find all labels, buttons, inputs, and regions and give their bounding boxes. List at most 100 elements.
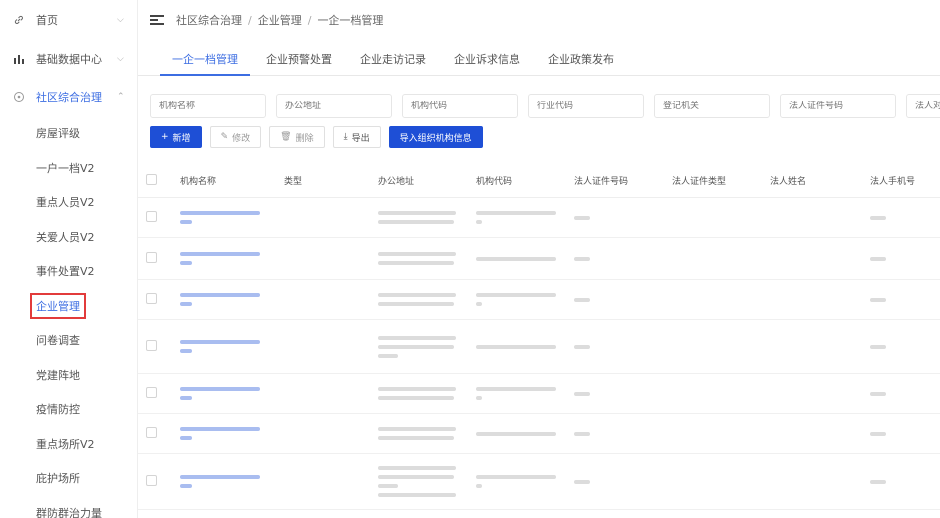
edit-button[interactable]: ✎ 修改 <box>209 126 262 148</box>
registry-filter[interactable] <box>654 94 770 118</box>
row-checkbox[interactable] <box>138 210 180 225</box>
org-name-cell[interactable] <box>180 329 284 364</box>
sidebar-item-household-file[interactable]: 一户一档V2 <box>0 151 137 186</box>
table-header: 机构名称 类型 办公地址 机构代码 法人证件号码 法人证件类型 法人姓名 法人手… <box>138 164 940 198</box>
org-name-cell[interactable] <box>180 416 284 451</box>
org-code-cell <box>476 334 574 360</box>
table-row[interactable] <box>138 414 940 454</box>
sidebar-item-house-rating[interactable]: 房屋评级 <box>0 116 137 151</box>
circle-icon <box>12 90 26 104</box>
legal-id-cell <box>574 334 672 360</box>
tab-enterprise-visit[interactable]: 企业走访记录 <box>360 51 426 75</box>
col-legal-id-no: 法人证件号码 <box>574 177 629 187</box>
sidebar-item-key-person[interactable]: 重点人员V2 <box>0 185 137 220</box>
sidebar-item-event-handling[interactable]: 事件处置V2 <box>0 254 137 289</box>
sidebar-item-epidemic-control[interactable]: 疫情防控 <box>0 392 137 427</box>
col-type: 类型 <box>284 177 303 187</box>
table-row[interactable] <box>138 454 940 510</box>
sidebar-item-shelter[interactable]: 庇护场所 <box>0 461 137 496</box>
sidebar-item-community[interactable]: 社区综合治理 ⌃ <box>0 78 137 116</box>
add-button[interactable]: + 新增 <box>150 126 202 148</box>
row-checkbox[interactable] <box>138 426 180 441</box>
menu-fold-icon[interactable] <box>150 15 164 25</box>
address-filter[interactable] <box>276 94 392 118</box>
breadcrumb-item[interactable]: 企业管理 <box>258 12 302 28</box>
legal-id-cell <box>574 287 672 313</box>
org-name-cell[interactable] <box>180 464 284 499</box>
table-row[interactable] <box>138 374 940 414</box>
org-code-cell <box>476 200 574 235</box>
sidebar-item-key-places[interactable]: 重点场所V2 <box>0 427 137 462</box>
sidebar-item-enterprise-mgmt[interactable]: 企业管理 <box>0 289 137 324</box>
sidebar-item-label: 疫情防控 <box>36 403 80 417</box>
sidebar-item-data-center[interactable]: 基础数据中心 ⌵ <box>0 40 137 78</box>
legal-phone-cell <box>870 287 940 313</box>
address-cell <box>378 376 476 411</box>
org-code-filter[interactable] <box>402 94 518 118</box>
export-button[interactable]: ⤓ 导出 <box>332 126 381 148</box>
delete-button[interactable]: 🗑 删除 <box>269 126 325 148</box>
row-checkbox[interactable] <box>138 339 180 354</box>
org-name-cell[interactable] <box>180 282 284 317</box>
row-checkbox[interactable] <box>138 292 180 307</box>
org-name-input[interactable] <box>159 101 265 111</box>
filter-bar <box>150 94 940 118</box>
legal-id-cell <box>574 469 672 495</box>
delete-button-label: 删除 <box>295 133 314 144</box>
address-cell <box>378 282 476 317</box>
chevron-up-icon: ⌃ <box>117 92 125 102</box>
legal-id-input[interactable] <box>789 101 895 111</box>
sidebar-item-mass-defense[interactable]: 群防群治力量 <box>0 496 137 518</box>
table-row[interactable] <box>138 198 940 238</box>
sidebar-item-care-person[interactable]: 关爱人员V2 <box>0 220 137 255</box>
legal-id-filter[interactable] <box>780 94 896 118</box>
breadcrumb-separator: / <box>248 13 252 27</box>
industry-code-filter[interactable] <box>528 94 644 118</box>
trash-icon: 🗑 <box>280 132 292 142</box>
sidebar-item-label: 基础数据中心 <box>36 53 102 66</box>
tab-enterprise-policy[interactable]: 企业政策发布 <box>548 51 614 75</box>
table-row[interactable] <box>138 238 940 280</box>
row-checkbox[interactable] <box>138 386 180 401</box>
org-name-cell[interactable] <box>180 376 284 411</box>
breadcrumb-item[interactable]: 社区综合治理 <box>176 12 242 28</box>
sidebar: 首页 ⌵ 基础数据中心 ⌵ 社区综合治理 ⌃ 房屋评级 一户一档V2 重点人员V2 关… <box>0 0 138 518</box>
address-input[interactable] <box>285 101 391 111</box>
org-code-cell <box>476 246 574 272</box>
sidebar-item-label: 重点人员V2 <box>36 196 95 210</box>
col-legal-id-type: 法人证件类型 <box>672 177 727 187</box>
sidebar-item-label: 党建阵地 <box>36 368 80 382</box>
sidebar-item-label: 企业管理 <box>30 292 86 319</box>
legal-id-cell <box>574 421 672 447</box>
sidebar-item-label: 事件处置V2 <box>36 265 95 279</box>
tab-enterprise-file[interactable]: 一企一档管理 <box>160 51 250 76</box>
chevron-down-icon: ⌵ <box>117 15 124 25</box>
sidebar-item-label: 首页 <box>36 14 58 27</box>
org-code-input[interactable] <box>411 101 517 111</box>
org-name-cell[interactable] <box>180 241 284 276</box>
tab-enterprise-appeal[interactable]: 企业诉求信息 <box>454 51 520 75</box>
registry-input[interactable] <box>663 101 769 111</box>
sidebar-item-label: 关爱人员V2 <box>36 230 95 244</box>
sidebar-item-party-building[interactable]: 党建阵地 <box>0 358 137 393</box>
table-row[interactable] <box>138 320 940 374</box>
select-all-checkbox[interactable] <box>138 173 180 188</box>
legal-more-input[interactable] <box>915 101 940 111</box>
row-checkbox[interactable] <box>138 251 180 266</box>
import-button[interactable]: 导入组织机构信息 <box>388 126 483 148</box>
org-name-filter[interactable] <box>150 94 266 118</box>
table-row[interactable] <box>138 280 940 320</box>
address-cell <box>378 200 476 235</box>
chevron-down-icon: ⌵ <box>117 54 124 64</box>
industry-code-input[interactable] <box>537 101 643 111</box>
edit-icon: ✎ <box>220 132 229 142</box>
org-name-cell[interactable] <box>180 200 284 235</box>
row-checkbox[interactable] <box>138 474 180 489</box>
legal-phone-cell <box>870 205 940 231</box>
tab-enterprise-warning[interactable]: 企业预警处置 <box>266 51 332 75</box>
legal-id-cell <box>574 205 672 231</box>
add-button-label: 新增 <box>172 133 191 144</box>
sidebar-item-survey[interactable]: 问卷调查 <box>0 323 137 358</box>
sidebar-item-home[interactable]: 首页 ⌵ <box>0 0 137 40</box>
legal-more-filter[interactable] <box>906 94 940 118</box>
